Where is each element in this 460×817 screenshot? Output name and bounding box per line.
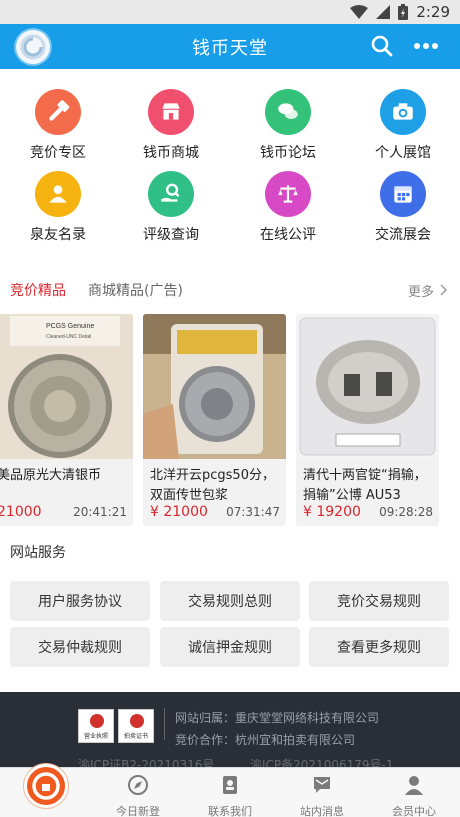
service-rule-button[interactable]: 交易仲裁规则 xyxy=(10,627,150,667)
product-title: 北洋开云pcgs50分，双面传世包浆 xyxy=(150,468,275,503)
signal-icon xyxy=(376,5,391,19)
product-price: ¥ 19200 xyxy=(303,504,361,520)
grid-label: 泉友名录 xyxy=(30,227,86,243)
compass-icon xyxy=(128,775,148,795)
product-title: 美品原光大清银币 xyxy=(0,468,102,483)
camera-icon xyxy=(380,89,426,135)
grid-label: 竞价专区 xyxy=(30,145,86,161)
grid-item[interactable]: 泉友名录 xyxy=(12,171,104,251)
battery-icon xyxy=(398,4,409,20)
grid-item[interactable]: 交流展会 xyxy=(357,171,449,251)
auction-license-badge[interactable]: 拍卖证书 xyxy=(118,709,154,743)
grid-item[interactable]: 个人展馆 xyxy=(357,89,449,169)
shop-icon xyxy=(148,89,194,135)
product-price: 21000 xyxy=(0,504,42,520)
footer-icp-license[interactable]: 渝ICP证B2-20210316号 xyxy=(78,756,214,767)
product-image xyxy=(143,314,286,459)
grid-label: 钱币论坛 xyxy=(260,145,316,161)
service-rule-button[interactable]: 交易规则总则 xyxy=(160,581,300,621)
grid-item[interactable]: 在线公评 xyxy=(242,171,334,251)
license-label: 拍卖证书 xyxy=(123,733,148,740)
grid-label: 交流展会 xyxy=(375,227,431,243)
home-logo-icon xyxy=(32,772,60,800)
grid-label: 个人展馆 xyxy=(375,145,431,161)
nav-label: 今日新登 xyxy=(116,805,160,817)
nav-label: 会员中心 xyxy=(392,805,436,817)
message-icon xyxy=(314,777,330,793)
calendar-icon xyxy=(380,171,426,217)
product-card[interactable]: PCGS Genuine Cleaned-UNC Detail 美品原光大清银币… xyxy=(0,314,133,526)
service-rule-button[interactable]: 用户服务协议 xyxy=(10,581,150,621)
footer-icp-record[interactable]: 渝ICP备2021006179号-1 xyxy=(250,756,393,767)
grid-item[interactable]: 竞价专区 xyxy=(12,89,104,169)
product-time: 20:41:21 xyxy=(73,505,127,519)
business-license-badge[interactable]: 营业执照 xyxy=(78,709,114,743)
search-icon[interactable] xyxy=(370,34,394,58)
product-card[interactable]: 清代十两官锭“捐输，捐输”公博 AU53 ¥ 19200 09:28:28 xyxy=(296,314,439,526)
emblem-icon xyxy=(90,714,104,728)
product-image xyxy=(296,314,439,459)
product-time: 09:28:28 xyxy=(379,505,433,519)
product-title: 清代十两官锭“捐输，捐输”公博 AU53 xyxy=(303,468,427,503)
site-footer: 营业执照 拍卖证书 网站归属：重庆堂堂网络科技有限公司 竞价合作：杭州宜和拍卖有… xyxy=(0,692,460,767)
product-price: ¥ 21000 xyxy=(150,504,208,520)
product-time: 07:31:47 xyxy=(226,505,280,519)
nav-label: 联系我们 xyxy=(208,805,252,817)
member-icon xyxy=(405,776,423,795)
service-rule-button[interactable]: 诚信押金规则 xyxy=(160,627,300,667)
contacts-icon xyxy=(223,776,237,794)
emblem-icon xyxy=(130,714,144,728)
more-icon[interactable] xyxy=(412,36,440,56)
grid-item[interactable]: 钱币商城 xyxy=(125,89,217,169)
wifi-icon xyxy=(350,5,369,19)
status-bar: 2:29 xyxy=(0,0,460,24)
svg-text:Cleaned-UNC Detail: Cleaned-UNC Detail xyxy=(46,334,91,340)
status-icons: 2:29 xyxy=(350,3,450,21)
footer-partner: 竞价合作：杭州宜和拍卖有限公司 xyxy=(175,733,356,747)
footer-owner: 网站归属：重庆堂堂网络科技有限公司 xyxy=(175,711,380,725)
gavel-icon xyxy=(35,89,81,135)
more-link[interactable]: 更多 xyxy=(408,281,448,300)
app-bar: 钱币天堂 xyxy=(0,24,460,69)
grid-label: 钱币商城 xyxy=(143,145,199,161)
nav-label: 站内消息 xyxy=(300,805,344,817)
tab-mall-picks[interactable]: 商城精品(广告) xyxy=(88,280,183,300)
nav-item-contact[interactable]: 联系我们 xyxy=(198,774,262,817)
license-label: 营业执照 xyxy=(83,733,108,740)
bottom-nav: 今日新登 联系我们 站内消息 会员中心 xyxy=(0,764,460,817)
more-label: 更多 xyxy=(408,285,435,300)
grid-label: 在线公评 xyxy=(260,227,316,243)
product-image: PCGS Genuine Cleaned-UNC Detail xyxy=(0,314,133,459)
nav-item-messages[interactable]: 站内消息 xyxy=(290,774,354,817)
nav-item-today-new[interactable]: 今日新登 xyxy=(106,774,170,817)
svg-text:PCGS Genuine: PCGS Genuine xyxy=(46,323,94,330)
service-rule-button[interactable]: 竞价交易规则 xyxy=(309,581,449,621)
grid-label: 评级查询 xyxy=(143,227,199,243)
product-card[interactable]: 北洋开云pcgs50分，双面传世包浆 ¥ 21000 07:31:47 xyxy=(143,314,286,526)
nav-item-member[interactable]: 会员中心 xyxy=(382,774,446,817)
footer-divider xyxy=(164,708,165,740)
user-icon xyxy=(35,171,81,217)
tab-auction-picks[interactable]: 竞价精品 xyxy=(10,280,66,300)
chevron-right-icon xyxy=(440,284,448,296)
home-button[interactable] xyxy=(24,764,68,808)
services-title: 网站服务 xyxy=(10,545,66,561)
scale-icon xyxy=(265,171,311,217)
grid-item[interactable]: 钱币论坛 xyxy=(242,89,334,169)
product-tabs: 竞价精品 商城精品(广告) 更多 xyxy=(0,276,460,302)
service-rule-button[interactable]: 查看更多规则 xyxy=(309,627,449,667)
status-time: 2:29 xyxy=(416,3,450,21)
chat-icon xyxy=(265,89,311,135)
search-hand-icon xyxy=(148,171,194,217)
grid-item[interactable]: 评级查询 xyxy=(125,171,217,251)
